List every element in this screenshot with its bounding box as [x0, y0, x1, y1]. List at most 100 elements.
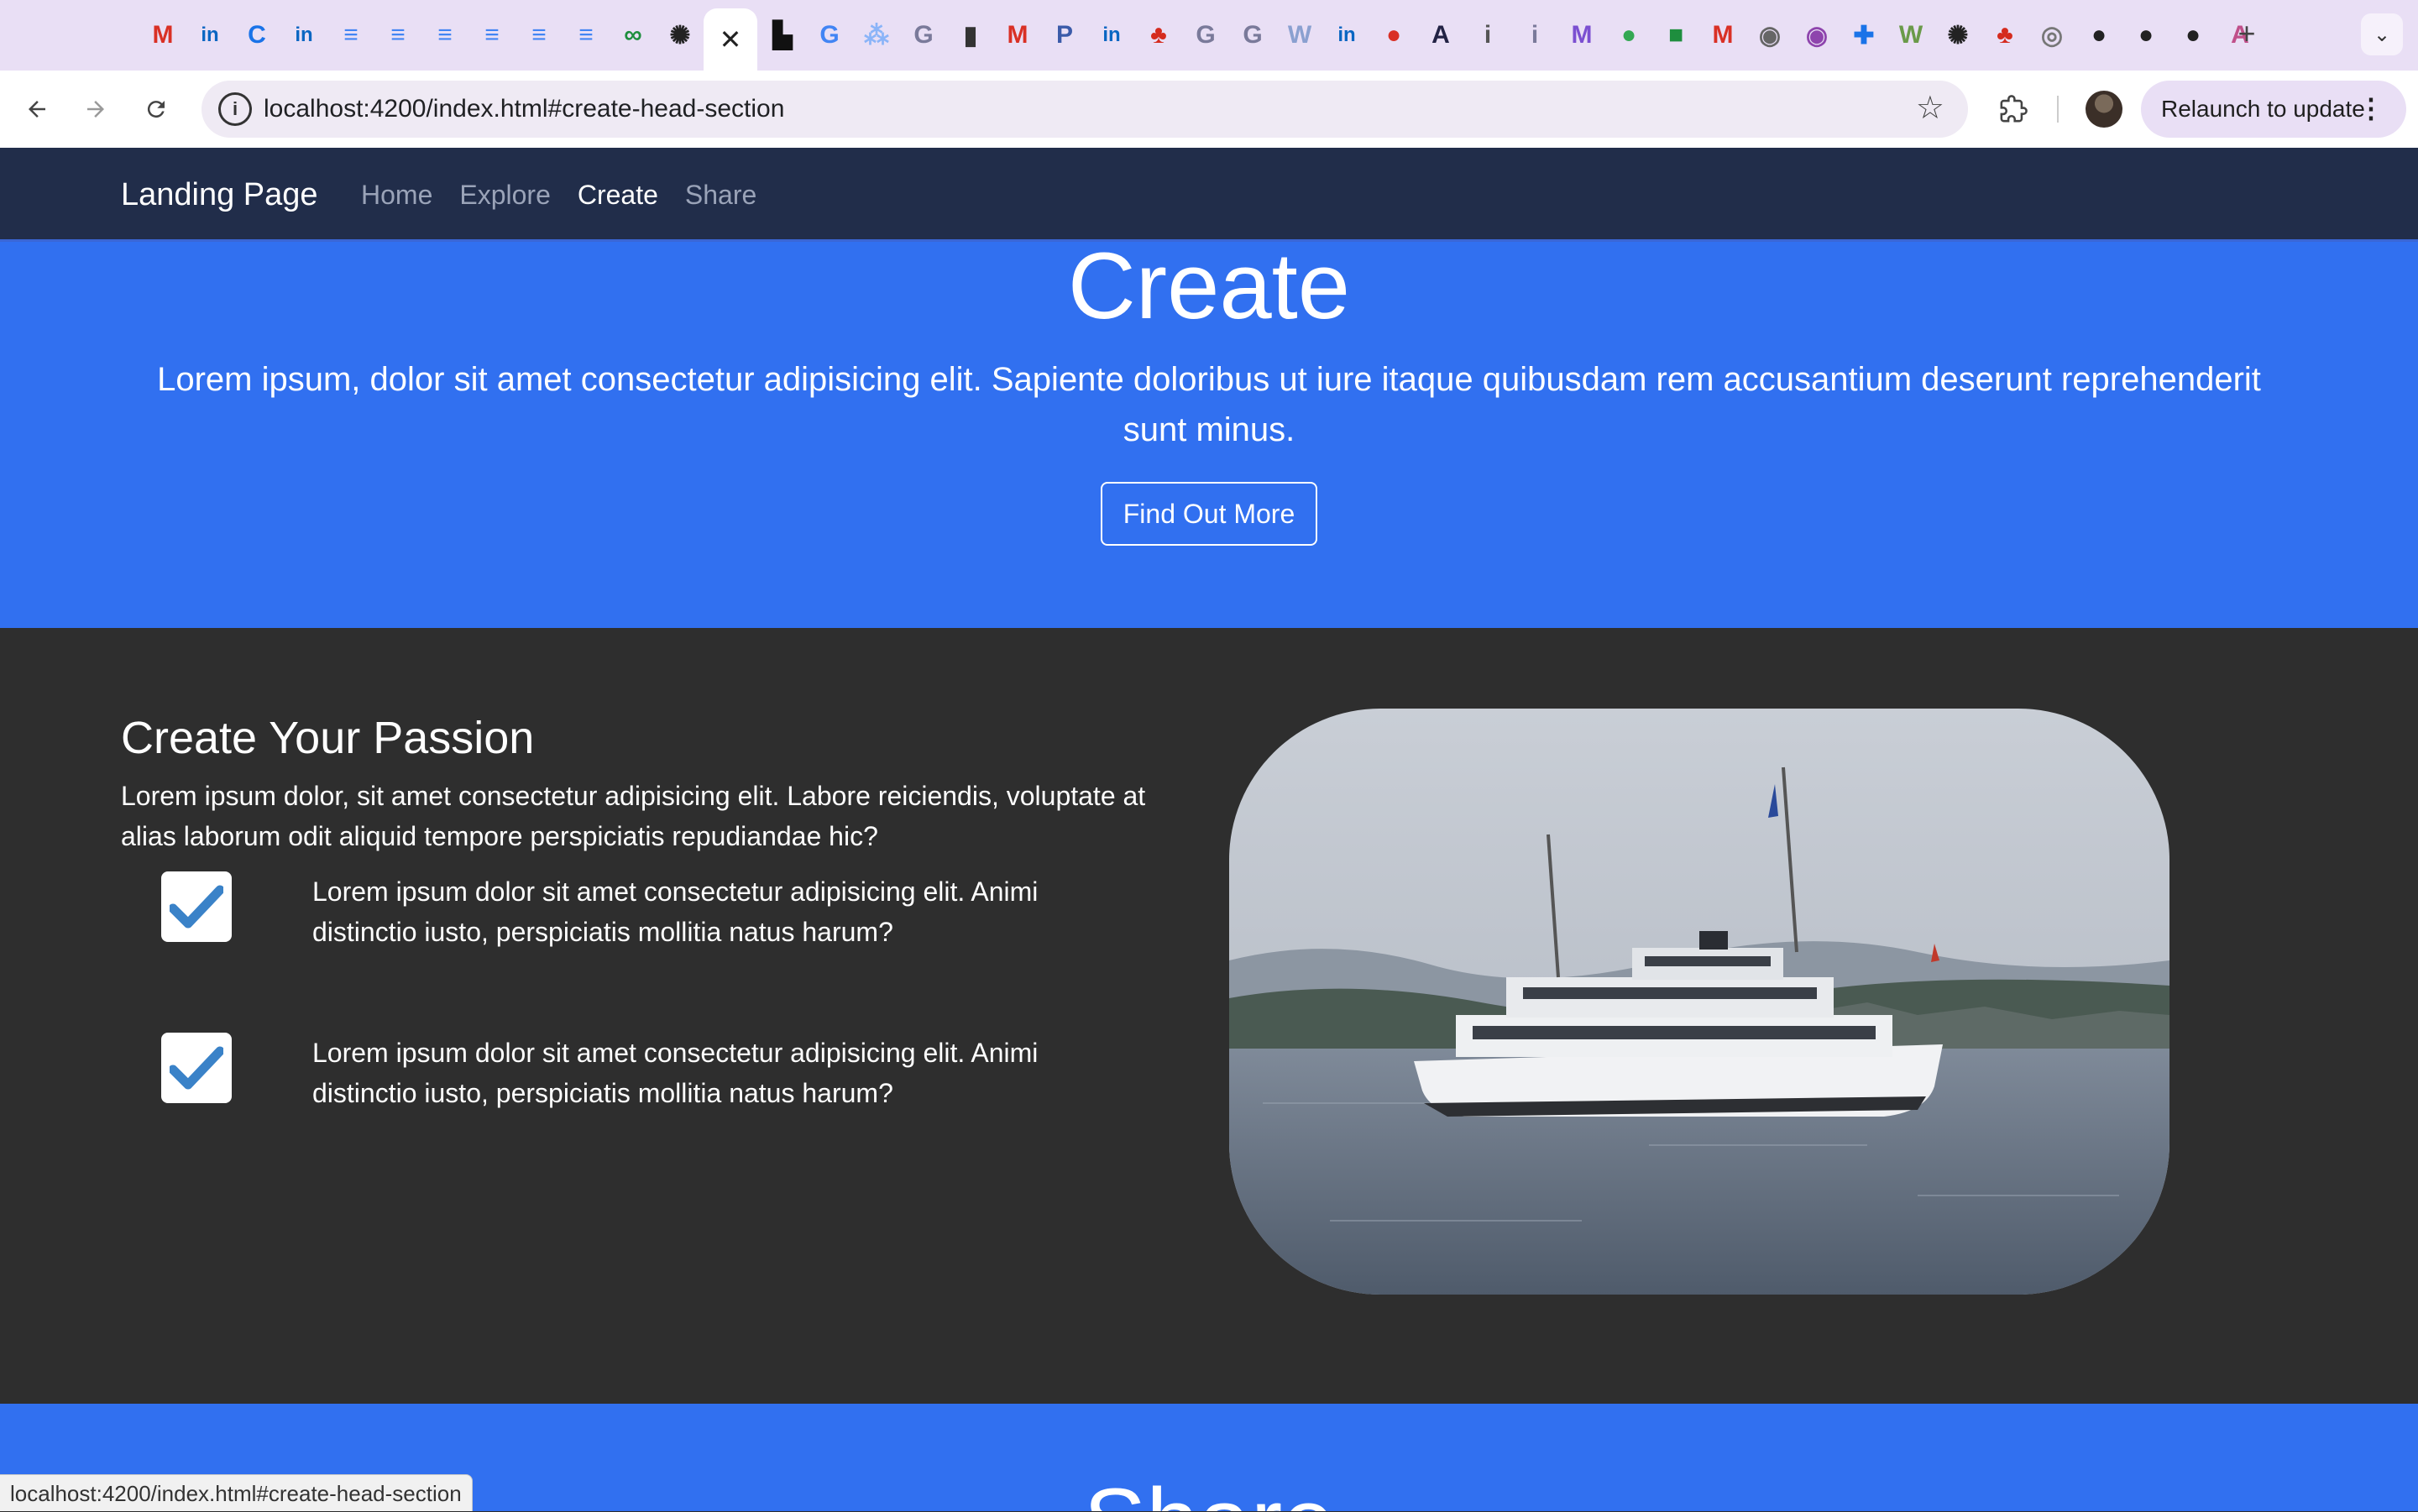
openai-icon[interactable]: ✺ [657, 17, 704, 54]
openai-icon: ✺ [1947, 21, 1969, 50]
google-icon: G [819, 21, 840, 49]
blue-plus-icon: ✚ [1853, 21, 1875, 50]
red-circle-icon[interactable]: ● [1370, 17, 1417, 54]
blue-plus-icon[interactable]: ✚ [1840, 17, 1887, 54]
site-info-icon[interactable]: i [218, 92, 252, 126]
site-navbar: Landing Page Home Explore Create Share [0, 148, 2418, 242]
grammarly-icon[interactable]: G [900, 17, 947, 54]
nav-link-explore[interactable]: Explore [459, 180, 551, 211]
relaunch-label: Relaunch to update [2161, 96, 2365, 122]
green-circle-icon: ● [1620, 21, 1637, 49]
w-circle-icon[interactable]: W [1887, 17, 1934, 54]
openai-icon[interactable]: ✺ [1934, 17, 1981, 54]
ampersand-icon[interactable]: ∞ [610, 17, 657, 54]
p-circle-icon[interactable]: P [1041, 17, 1088, 54]
google-docs-icon: ≡ [578, 21, 594, 49]
purple-circle-icon[interactable]: ◉ [1793, 17, 1840, 54]
reload-button[interactable] [134, 87, 178, 131]
c-circle-icon[interactable]: C [233, 17, 280, 54]
github-icon: ● [2091, 21, 2107, 49]
unsplash-icon[interactable]: ▙ [759, 17, 806, 54]
grammarly-icon: G [913, 21, 934, 49]
arrow-right-icon [87, 101, 104, 118]
tab-search-button[interactable]: ⌄ [2361, 13, 2403, 55]
linkedin-icon[interactable]: in [1088, 17, 1135, 54]
relaunch-to-update-button[interactable]: Relaunch to update ⋮ [2141, 81, 2406, 138]
browser-tab-strip: Min Cin ≡ ≡ ≡ ≡ ≡ ≡ ∞ ✺ ✕ ▙ G ⁂ G ▮ M Pin ♣ G G Win ● Ai i M ● ■ M… [0, 0, 2418, 71]
a-letter-icon[interactable]: A [1417, 17, 1464, 54]
github-icon[interactable]: ● [2169, 17, 2216, 54]
google-docs-icon[interactable]: ≡ [327, 17, 374, 54]
chart-icon[interactable]: ⁂ [853, 17, 900, 54]
seal-icon[interactable]: ◎ [2028, 17, 2075, 54]
google-icon[interactable]: G [806, 17, 853, 54]
info-icon: i [1484, 21, 1492, 49]
checkmark-icon [161, 1033, 232, 1103]
web-page: Landing Page Home Explore Create Share Crea… [0, 148, 2418, 1511]
forward-button[interactable] [74, 87, 118, 131]
github-icon[interactable]: ● [2122, 17, 2169, 54]
p-circle-icon: P [1055, 21, 1073, 49]
gmail-icon: M [1007, 21, 1028, 49]
google-docs-icon[interactable]: ≡ [374, 17, 421, 54]
gmail-icon: M [1712, 21, 1734, 49]
linkedin-icon[interactable]: in [186, 17, 233, 54]
google-docs-icon[interactable]: ≡ [468, 17, 516, 54]
linkedin-icon[interactable]: in [1323, 17, 1370, 54]
grammarly-icon[interactable]: G [1182, 17, 1229, 54]
plus-icon: + [2237, 16, 2256, 50]
chart-icon: ⁂ [864, 21, 889, 50]
linkedin-icon: in [1337, 24, 1356, 46]
google-docs-icon: ≡ [343, 21, 359, 49]
browser-toolbar: i localhost:4200/index.html#create-head-… [0, 71, 2418, 148]
google-docs-icon: ≡ [437, 21, 453, 49]
book-icon[interactable]: ▮ [947, 17, 994, 54]
google-docs-icon[interactable]: ≡ [516, 17, 563, 54]
green-square-icon[interactable]: ■ [1652, 17, 1699, 54]
grey-circle-icon[interactable]: ◉ [1746, 17, 1793, 54]
c-circle-icon: C [248, 21, 266, 49]
maple-leaf-icon: ♣ [1997, 21, 2013, 49]
linkedin-icon[interactable]: in [280, 17, 327, 54]
linkedin-icon: in [201, 24, 219, 46]
nav-link-home[interactable]: Home [361, 180, 432, 211]
nav-link-share[interactable]: Share [685, 180, 756, 211]
unsplash-icon: ▙ [772, 21, 793, 50]
info-circle-icon[interactable]: i [1511, 17, 1558, 54]
grammarly-icon[interactable]: G [1229, 17, 1276, 54]
maple-leaf-icon[interactable]: ♣ [1981, 17, 2028, 54]
more-menu-icon[interactable]: ⋮ [2358, 92, 2384, 124]
purple-circle-icon: ◉ [1805, 21, 1829, 50]
nav-links: Home Explore Create Share [361, 148, 756, 242]
gmail-icon[interactable]: M [1699, 17, 1746, 54]
close-tab-icon[interactable]: ✕ [720, 24, 742, 55]
address-bar[interactable]: i localhost:4200/index.html#create-head-… [202, 81, 1968, 138]
gmail-icon[interactable]: M [994, 17, 1041, 54]
nav-link-create[interactable]: Create [578, 180, 658, 211]
find-out-more-button[interactable]: Find Out More [1101, 482, 1317, 546]
green-circle-icon[interactable]: ● [1605, 17, 1652, 54]
info-circle-icon: i [1531, 21, 1539, 49]
linkedin-icon: in [1102, 24, 1121, 46]
new-tab-button[interactable]: + [2230, 15, 2264, 52]
url-text[interactable]: localhost:4200/index.html#create-head-se… [264, 81, 784, 138]
boat-image [1229, 709, 2169, 1295]
maple-leaf-icon[interactable]: ♣ [1135, 17, 1182, 54]
m-circle-icon[interactable]: M [1558, 17, 1605, 54]
active-tab[interactable]: ✕ [704, 8, 757, 71]
gmail-icon[interactable]: M [139, 17, 186, 54]
extensions-puzzle-icon[interactable] [1993, 89, 2033, 129]
google-docs-icon[interactable]: ≡ [563, 17, 610, 54]
google-docs-icon[interactable]: ≡ [421, 17, 468, 54]
ampersand-icon: ∞ [624, 21, 642, 49]
github-icon[interactable]: ● [2075, 17, 2122, 54]
m-circle-icon: M [1571, 21, 1593, 49]
profile-avatar[interactable] [2086, 91, 2122, 128]
linkedin-icon: in [295, 24, 313, 46]
back-button[interactable] [15, 87, 59, 131]
w-circle-icon[interactable]: W [1276, 17, 1323, 54]
brand-logo[interactable]: Landing Page [121, 148, 318, 242]
info-icon[interactable]: i [1464, 17, 1511, 54]
bookmark-star-icon[interactable]: ☆ [1916, 89, 1944, 127]
red-circle-icon: ● [1385, 21, 1402, 49]
